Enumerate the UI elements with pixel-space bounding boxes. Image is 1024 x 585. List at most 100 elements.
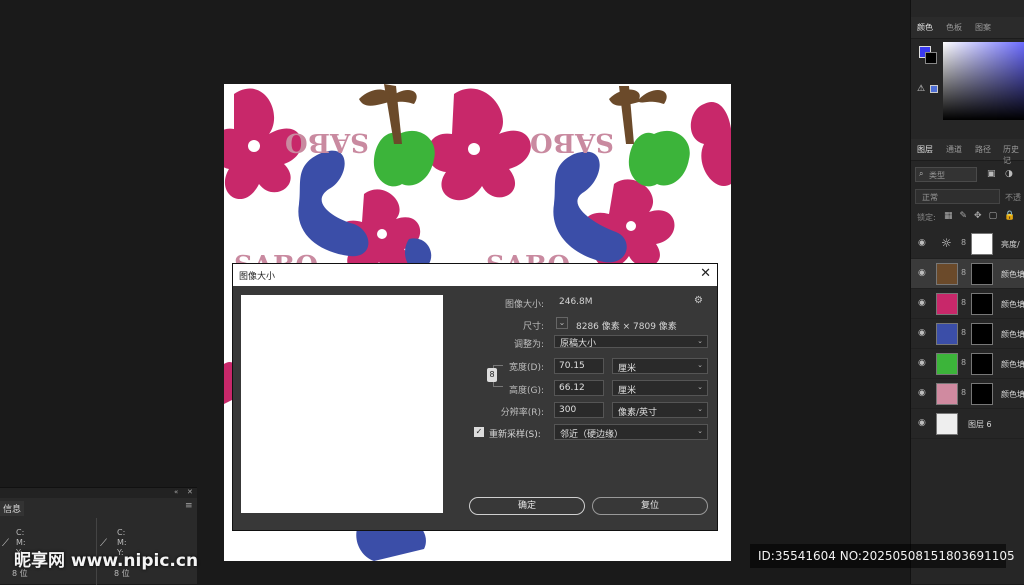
filter-pixel-icon[interactable]: ▣ <box>987 169 996 179</box>
chevron-down-icon: ⌄ <box>697 427 703 435</box>
tab-history[interactable]: 历史记 <box>1003 144 1024 166</box>
cmyk-c-label: C: <box>117 528 126 537</box>
layer-mask-thumbnail[interactable] <box>971 353 993 375</box>
dimensions-unit-dropdown[interactable]: ⌄ <box>556 317 568 329</box>
layer-row[interactable]: ◉ 8 颜色填 <box>911 319 1024 349</box>
link-icon: 8 <box>961 298 967 307</box>
resample-value: 邻近（硬边缘） <box>560 430 624 440</box>
constrain-proportions-link-icon[interactable]: 8 <box>487 368 497 382</box>
resample-checkbox[interactable]: ✓ <box>474 427 484 437</box>
chevron-down-icon: ⌄ <box>697 337 703 345</box>
eyedropper-icon: ⟋ <box>2 538 9 549</box>
image-id-watermark: ID:35541604 NO:20250508151803691105 <box>750 544 1015 568</box>
layer-color-thumbnail[interactable] <box>936 383 958 405</box>
tab-color[interactable]: 颜色 <box>917 22 933 33</box>
layer-color-thumbnail[interactable] <box>936 353 958 375</box>
width-label: 宽度(D): <box>509 363 544 373</box>
visibility-eye-icon[interactable]: ◉ <box>918 389 928 398</box>
layer-name: 颜色填 <box>1001 330 1024 339</box>
ok-button[interactable]: 确定 <box>469 497 585 515</box>
visibility-eye-icon[interactable]: ◉ <box>918 269 928 278</box>
gear-icon[interactable]: ⚙ <box>694 295 703 306</box>
fit-to-select[interactable]: 原稿大小 ⌄ <box>554 335 708 349</box>
layer-color-thumbnail[interactable] <box>936 293 958 315</box>
reset-button[interactable]: 复位 <box>592 497 708 515</box>
blend-mode-value: 正常 <box>922 193 938 202</box>
close-icon[interactable]: ✕ <box>187 488 193 496</box>
height-input[interactable]: 66.12 <box>554 380 604 396</box>
resample-label: 重新采样(S): <box>489 430 541 440</box>
layer-row[interactable]: ◉ 8 颜色填 <box>911 379 1024 409</box>
visibility-eye-icon[interactable]: ◉ <box>918 419 928 428</box>
resolution-unit-value: 像素/英寸 <box>618 408 658 418</box>
layer-row[interactable]: ◉ 8 颜色填 <box>911 259 1024 289</box>
collapse-icon[interactable]: « <box>174 488 178 496</box>
visibility-eye-icon[interactable]: ◉ <box>918 359 928 368</box>
blend-mode-select[interactable]: 正常 <box>915 189 1000 204</box>
web-safe-swatch-icon[interactable] <box>930 85 938 93</box>
visibility-eye-icon[interactable]: ◉ <box>918 239 928 248</box>
layer-mask-thumbnail[interactable] <box>971 323 993 345</box>
dimensions-value: 8286 像素 × 7809 像素 <box>576 322 677 332</box>
layer-filter-label: 类型 <box>929 171 945 180</box>
layer-mask-thumbnail[interactable] <box>971 263 993 285</box>
layer-name: 图层 6 <box>968 420 992 429</box>
color-tabs: 颜色 色板 图案 <box>911 17 1024 39</box>
link-icon: 8 <box>961 328 967 337</box>
layer-filter-select[interactable]: ⌕ 类型 <box>915 167 977 182</box>
dimensions-label: 尺寸: <box>522 322 544 332</box>
fit-to-label: 调整为: <box>513 340 544 350</box>
tab-paths[interactable]: 路径 <box>975 144 991 155</box>
link-icon: 8 <box>961 268 967 277</box>
tab-swatches[interactable]: 色板 <box>946 22 962 33</box>
chevron-down-icon: ⌄ <box>697 405 703 413</box>
image-size-label: 图像大小: <box>504 300 544 310</box>
resample-select[interactable]: 邻近（硬边缘） ⌄ <box>554 424 708 440</box>
lock-icons[interactable]: ▦✎✥▢🔒 <box>944 211 1022 221</box>
width-unit-select[interactable]: 厘米 ⌄ <box>612 358 708 374</box>
width-input[interactable]: 70.15 <box>554 358 604 374</box>
layer-row[interactable]: ◉ ☼ 8 亮度/ <box>911 229 1024 259</box>
layer-mask-thumbnail[interactable] <box>971 293 993 315</box>
close-icon[interactable]: ✕ <box>700 266 711 282</box>
dialog-title: 图像大小 <box>239 272 276 282</box>
height-unit-select[interactable]: 厘米 ⌄ <box>612 380 708 396</box>
layer-name: 颜色填 <box>1001 390 1024 399</box>
tab-channels[interactable]: 通道 <box>946 144 962 155</box>
resolution-input[interactable]: 300 <box>554 402 604 418</box>
color-picker-field[interactable] <box>943 42 1024 120</box>
link-icon: 8 <box>961 238 967 247</box>
layer-color-thumbnail[interactable] <box>936 263 958 285</box>
layer-row[interactable]: ◉ 8 颜色填 <box>911 289 1024 319</box>
filter-adjustment-icon[interactable]: ◑ <box>1005 169 1013 179</box>
visibility-eye-icon[interactable]: ◉ <box>918 329 928 338</box>
brightness-adjustment-icon: ☼ <box>941 236 952 250</box>
resolution-label: 分辨率(R): <box>500 408 544 418</box>
visibility-eye-icon[interactable]: ◉ <box>918 299 928 308</box>
layer-mask-thumbnail[interactable] <box>971 383 993 405</box>
layer-tabs: 图层 通道 路径 历史记 <box>911 139 1024 165</box>
layer-name: 颜色填 <box>1001 360 1024 369</box>
chevron-down-icon: ⌄ <box>697 383 703 391</box>
layer-row[interactable]: ◉ 图层 6 <box>911 409 1024 439</box>
layer-mask-thumbnail[interactable] <box>971 233 993 255</box>
gamut-warning-icon[interactable]: ⚠ <box>917 84 925 94</box>
layer-row[interactable]: ◉ 8 颜色填 <box>911 349 1024 379</box>
layer-color-thumbnail[interactable] <box>936 323 958 345</box>
info-panel-title[interactable]: 信息 <box>0 501 25 516</box>
layer-name: 颜色填 <box>1001 270 1024 279</box>
dialog-titlebar[interactable]: 图像大小 ✕ <box>233 264 717 286</box>
background-color-swatch[interactable] <box>925 52 937 64</box>
svg-text:SABO: SABO <box>285 127 369 157</box>
right-panels: 颜色 色板 图案 ⚠ 图层 通道 路径 历史记 ⌕ 类型 ▣ ◑ 正常 不透 锁… <box>910 0 1024 584</box>
layer-pixel-thumbnail[interactable] <box>936 413 958 435</box>
image-preview[interactable] <box>241 295 443 513</box>
tab-patterns[interactable]: 图案 <box>975 22 991 33</box>
link-icon: 8 <box>961 388 967 397</box>
search-icon: ⌕ <box>919 169 924 178</box>
chevron-down-icon: ⌄ <box>697 361 703 369</box>
resolution-unit-select[interactable]: 像素/英寸 ⌄ <box>612 402 708 418</box>
height-unit-value: 厘米 <box>618 386 637 396</box>
panel-menu-icon[interactable]: ≡ <box>185 501 193 511</box>
tab-layers[interactable]: 图层 <box>917 144 933 155</box>
